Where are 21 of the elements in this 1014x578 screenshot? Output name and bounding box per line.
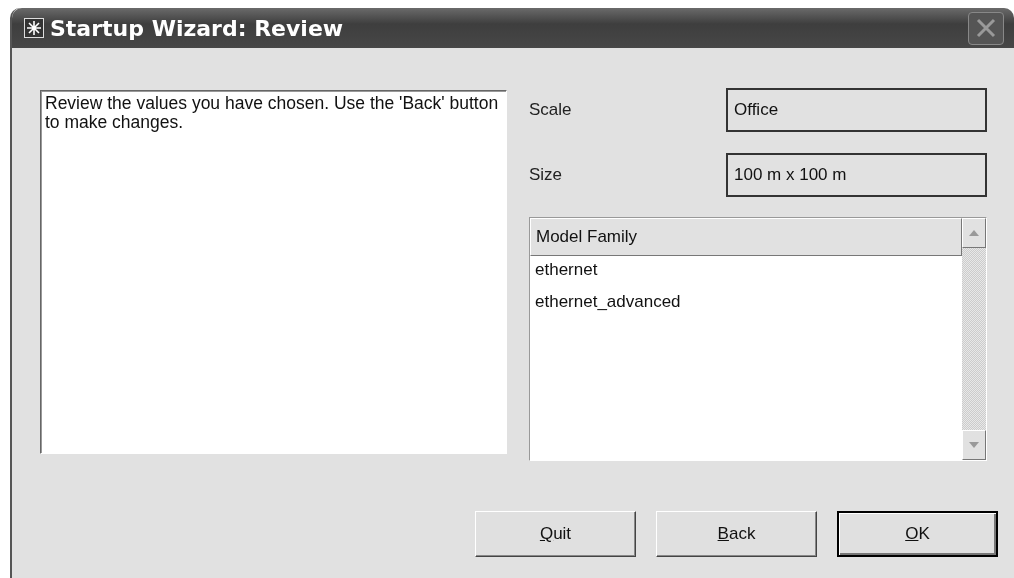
scroll-up-button[interactable] (962, 218, 986, 248)
field-label: Scale (529, 100, 573, 120)
close-icon (976, 18, 996, 38)
scroll-down-button[interactable] (962, 430, 986, 460)
scrollbar[interactable] (962, 218, 986, 460)
list-item[interactable]: ethernet_advanced (530, 288, 962, 320)
wizard-button[interactable]: Back (656, 511, 817, 557)
description-text: Review the values you have chosen. Use the 'Back' button to make changes. (40, 90, 507, 454)
down-arrow-icon (969, 442, 979, 448)
value-field: 100 m x 100 m (726, 153, 987, 197)
field-label: Size (529, 165, 564, 185)
wizard-button[interactable]: Quit (475, 511, 636, 557)
star-icon (24, 18, 44, 38)
up-arrow-icon (969, 230, 979, 236)
ok-button[interactable]: OK (837, 511, 998, 557)
value-field: Office (726, 88, 987, 132)
window-title: Startup Wizard: Review (50, 15, 345, 41)
close-button[interactable] (968, 11, 1004, 45)
model-family-list[interactable]: Model Family ethernet ethernet_advanced (529, 217, 987, 461)
column-header[interactable]: Model Family (530, 218, 962, 256)
list-item[interactable]: ethernet (530, 256, 962, 288)
